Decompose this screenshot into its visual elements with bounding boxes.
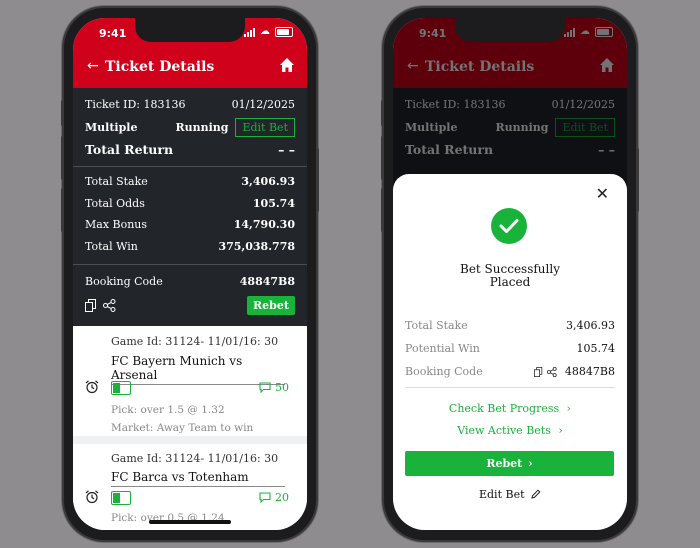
total-win-label: Total Win <box>85 240 138 253</box>
total-return-label: Total Return <box>85 142 174 157</box>
chevron-right-icon: › <box>566 402 572 415</box>
comment-icon <box>259 492 271 503</box>
chevron-right-icon: › <box>528 457 533 470</box>
game-card: Game Id: 31124- 11/01/16: 30 FC Bayern M… <box>73 326 307 436</box>
toggle-indicator[interactable] <box>111 381 131 395</box>
page-title: Ticket Details <box>105 59 215 75</box>
pencil-icon <box>531 489 541 499</box>
chevron-right-icon: › <box>558 424 563 437</box>
battery-icon <box>275 27 293 37</box>
alarm-clock-icon[interactable] <box>85 380 99 394</box>
booking-code-label: Booking Code <box>85 275 163 288</box>
alarm-clock-icon[interactable] <box>85 490 99 504</box>
max-bonus-label: Max Bonus <box>85 218 148 231</box>
comments-count[interactable]: 50 <box>259 381 289 394</box>
game-pick: Pick: over 1.5 @ 1.32 <box>111 404 225 416</box>
total-odds-value: 105.74 <box>252 197 295 210</box>
sheet-booking-code-value: 48847B8 <box>564 365 615 378</box>
game-teams: FC Barca vs Totenham <box>111 470 285 487</box>
ticket-date: 01/12/2025 <box>231 98 295 111</box>
bet-type: Multiple <box>85 121 138 134</box>
notch <box>135 18 245 42</box>
game-card: Game Id: 31124- 11/01/16: 30 FC Barca vs… <box>73 444 307 530</box>
total-stake-label: Total Stake <box>85 175 148 188</box>
game-id: Game Id: 31124- 11/01/16: 30 <box>111 335 279 348</box>
total-stake-value: 3,406.93 <box>241 175 295 188</box>
edit-bet-link[interactable]: Edit Bet <box>393 488 627 501</box>
back-arrow-icon[interactable]: ← <box>87 58 99 74</box>
copy-icon[interactable] <box>85 299 97 312</box>
sheet-booking-code-label: Booking Code <box>405 365 483 378</box>
copy-icon[interactable] <box>533 366 543 377</box>
success-message: Bet Successfully Placed <box>393 263 627 289</box>
total-win-value: 375,038.778 <box>218 240 295 253</box>
view-active-bets-link[interactable]: View Active Bets › <box>393 424 627 437</box>
ticket-summary-panel: Ticket ID: 183136 01/12/2025 Multiple Ru… <box>73 88 307 326</box>
bet-status: Running <box>175 121 229 134</box>
sheet-total-stake-label: Total Stake <box>405 319 468 332</box>
game-id: Game Id: 31124- 11/01/16: 30 <box>111 452 279 465</box>
game-market: Market: Away Team to win <box>111 422 254 434</box>
rebet-button[interactable]: Rebet <box>247 296 295 315</box>
edit-bet-label: Edit Bet <box>478 488 525 501</box>
comments-count-text: 20 <box>275 491 289 504</box>
comments-count-text: 50 <box>275 381 289 394</box>
bet-success-sheet: ✕ Bet Successfully Placed Total Stake 3,… <box>393 174 627 530</box>
ticket-id: Ticket ID: 183136 <box>85 98 186 111</box>
potential-win-label: Potential Win <box>405 342 480 355</box>
rebet-label: Rebet <box>486 457 523 470</box>
potential-win-value: 105.74 <box>576 342 616 355</box>
success-line-2: Placed <box>489 275 531 289</box>
app-bar: ← Ticket Details <box>73 48 307 88</box>
screen-bet-placed: 9:41 ☁ ← Ticket Details Ticket ID: 18313… <box>393 18 627 530</box>
phone-frame-right: 9:41 ☁ ← Ticket Details Ticket ID: 18313… <box>381 8 639 540</box>
rebet-button[interactable]: Rebet › <box>405 451 614 476</box>
screen-ticket-details: 9:41 ☁ ← Ticket Details Ticket ID: 18313… <box>73 18 307 530</box>
toggle-indicator[interactable] <box>111 491 131 505</box>
home-indicator <box>149 520 231 524</box>
edit-bet-button[interactable]: Edit Bet <box>235 118 295 137</box>
share-icon[interactable] <box>546 366 557 377</box>
comments-count[interactable]: 20 <box>259 491 289 504</box>
total-odds-label: Total Odds <box>85 197 145 210</box>
wifi-icon: ☁ <box>260 26 270 37</box>
home-icon[interactable] <box>279 57 295 73</box>
check-bet-progress-link[interactable]: Check Bet Progress › <box>393 402 627 415</box>
comment-icon <box>259 382 271 393</box>
check-bet-progress-label: Check Bet Progress <box>448 402 560 415</box>
max-bonus-value: 14,790.30 <box>233 218 295 231</box>
success-check-icon <box>491 208 527 244</box>
close-icon[interactable]: ✕ <box>596 184 609 203</box>
notch <box>455 18 565 42</box>
phone-frame-left: 9:41 ☁ ← Ticket Details Ticket ID: 18313… <box>61 8 319 540</box>
card-separator <box>73 436 307 444</box>
signal-icon <box>244 27 255 37</box>
view-active-bets-label: View Active Bets <box>457 424 551 437</box>
share-icon[interactable] <box>103 299 116 312</box>
booking-code-value: 48847B8 <box>239 275 295 288</box>
status-time: 9:41 <box>99 27 127 40</box>
total-return-value: – – <box>278 142 295 157</box>
sheet-total-stake-value: 3,406.93 <box>566 319 615 332</box>
